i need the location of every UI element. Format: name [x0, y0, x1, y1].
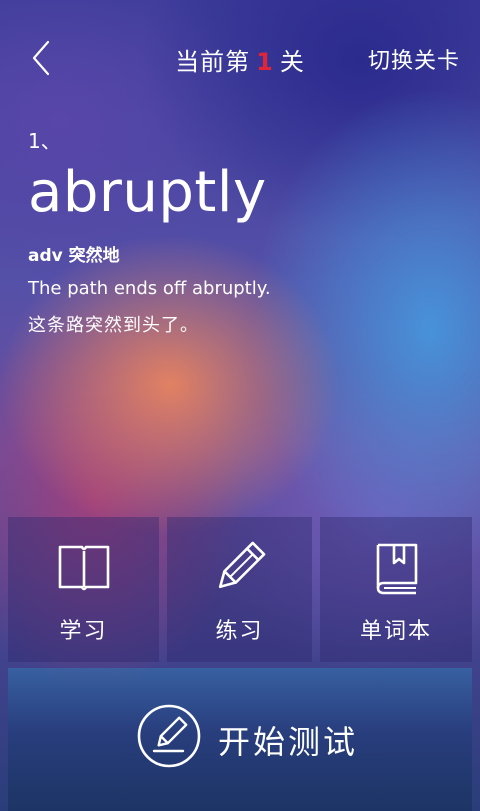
study-button[interactable]: 学习 — [8, 517, 159, 662]
part-of-speech-meaning: adv 突然地 — [28, 246, 120, 266]
open-book-icon — [58, 545, 109, 591]
level-number: 1 — [256, 48, 274, 76]
pencil-icon — [218, 541, 265, 589]
action-tiles: 学习 练习 单词本 — [8, 517, 472, 662]
start-test-label: 开始测试 — [218, 723, 359, 761]
example-sentence-english: The path ends off abruptly. — [28, 278, 271, 299]
word-index: 1、 — [28, 129, 61, 153]
title-suffix: 关 — [279, 48, 305, 76]
wordbook-label: 单词本 — [359, 619, 432, 644]
vocabulary-word: abruptly — [28, 160, 267, 225]
bookmarked-book-icon — [376, 543, 418, 595]
study-label: 学习 — [59, 619, 108, 644]
example-sentence-chinese: 这条路突然到头了。 — [28, 315, 199, 336]
top-bar: 当前第 1 关 切换关卡 — [0, 0, 480, 118]
chevron-left-icon[interactable] — [26, 38, 56, 78]
title-prefix: 当前第 — [175, 48, 251, 76]
practice-label: 练习 — [215, 619, 264, 644]
start-test-button[interactable]: 开始测试 — [8, 668, 472, 811]
practice-button[interactable]: 练习 — [167, 517, 312, 662]
edit-circle-icon — [137, 704, 201, 768]
switch-level-button[interactable]: 切换关卡 — [368, 43, 460, 75]
wordbook-button[interactable]: 单词本 — [320, 517, 472, 662]
